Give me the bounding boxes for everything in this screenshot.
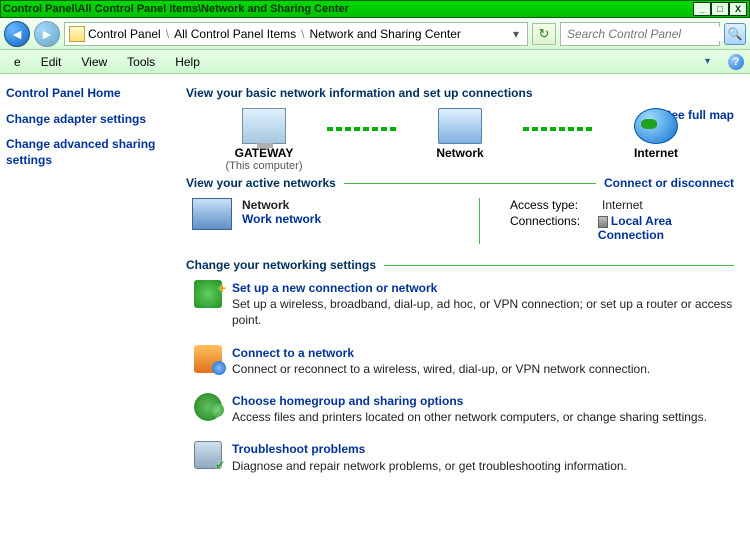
connect-disconnect-link[interactable]: Connect or disconnect xyxy=(604,176,734,190)
connection-link[interactable]: Local Area Connection xyxy=(598,214,672,242)
connections-label: Connections: xyxy=(510,214,588,242)
map-link xyxy=(327,127,397,131)
task-desc: Set up a wireless, broadband, dial-up, a… xyxy=(232,296,734,328)
task-setup-connection[interactable]: Set up a new connection or network Set u… xyxy=(194,280,734,329)
menu-edit[interactable]: Edit xyxy=(31,55,72,69)
menu-help[interactable]: Help xyxy=(165,55,210,69)
search-box[interactable] xyxy=(560,22,720,46)
network-type-link[interactable]: Work network xyxy=(242,212,321,226)
network-icon xyxy=(438,108,482,144)
task-title[interactable]: Set up a new connection or network xyxy=(232,281,437,295)
chevron-down-icon[interactable]: ▾ xyxy=(509,27,523,41)
back-button[interactable]: ◄ xyxy=(4,21,30,47)
search-input[interactable] xyxy=(561,27,730,41)
menu-tools[interactable]: Tools xyxy=(117,55,165,69)
troubleshoot-icon xyxy=(194,441,222,469)
map-node-computer[interactable]: GATEWAY (This computer) xyxy=(209,108,319,172)
task-desc: Connect or reconnect to a wireless, wire… xyxy=(232,361,650,377)
help-icon[interactable]: ? xyxy=(728,54,744,70)
main-content: View your basic network information and … xyxy=(186,74,750,552)
task-troubleshoot[interactable]: Troubleshoot problems Diagnose and repai… xyxy=(194,441,734,473)
homegroup-icon xyxy=(194,393,222,421)
access-type-value: Internet xyxy=(602,198,643,212)
network-map: See full map GATEWAY (This computer) Net… xyxy=(186,108,734,172)
task-desc: Access files and printers located on oth… xyxy=(232,409,707,425)
map-node-network[interactable]: Network xyxy=(405,108,515,172)
computer-icon xyxy=(242,108,286,144)
sidebar: Control Panel Home Change adapter settin… xyxy=(0,74,186,552)
window-title: Control Panel\All Control Panel Items\Ne… xyxy=(3,3,349,15)
title-bar: Control Panel\All Control Panel Items\Ne… xyxy=(0,0,750,18)
location-icon xyxy=(69,26,85,42)
breadcrumb-part[interactable]: Control Panel xyxy=(88,27,161,41)
sidebar-advanced-sharing[interactable]: Change advanced sharing settings xyxy=(6,137,178,168)
breadcrumb-part[interactable]: All Control Panel Items xyxy=(174,27,296,41)
section-header-active: View your active networks xyxy=(186,176,336,190)
task-desc: Diagnose and repair network problems, or… xyxy=(232,458,627,474)
network-building-icon xyxy=(192,198,232,230)
globe-icon xyxy=(634,108,678,144)
access-type-label: Access type: xyxy=(510,198,592,212)
task-title[interactable]: Choose homegroup and sharing options xyxy=(232,394,463,408)
breadcrumb-part[interactable]: Network and Sharing Center xyxy=(309,27,460,41)
menu-bar: e Edit View Tools Help ▾ ? xyxy=(0,50,750,74)
refresh-button[interactable]: ↻ xyxy=(532,23,556,45)
adapter-icon xyxy=(598,216,608,228)
setup-connection-icon xyxy=(194,280,222,308)
help-dropdown-icon[interactable]: ▾ xyxy=(695,56,720,67)
minimize-button[interactable]: _ xyxy=(693,2,711,16)
task-homegroup[interactable]: Choose homegroup and sharing options Acc… xyxy=(194,393,734,425)
task-connect-network[interactable]: Connect to a network Connect or reconnec… xyxy=(194,345,734,377)
network-name: Network xyxy=(242,198,321,212)
search-button[interactable]: 🔍 xyxy=(724,23,746,45)
sidebar-adapter-settings[interactable]: Change adapter settings xyxy=(6,112,178,128)
connect-network-icon xyxy=(194,345,222,373)
task-title[interactable]: Connect to a network xyxy=(232,346,354,360)
menu-e[interactable]: e xyxy=(4,55,31,69)
close-button[interactable]: X xyxy=(729,2,747,16)
section-header-change: Change your networking settings xyxy=(186,258,376,272)
menu-view[interactable]: View xyxy=(71,55,117,69)
forward-button[interactable]: ► xyxy=(34,21,60,47)
section-header-info: View your basic network information and … xyxy=(186,86,734,100)
active-network-item[interactable]: Network Work network xyxy=(192,198,449,244)
task-title[interactable]: Troubleshoot problems xyxy=(232,442,365,456)
sidebar-home[interactable]: Control Panel Home xyxy=(6,86,178,102)
breadcrumb[interactable]: Control Panel\ All Control Panel Items\ … xyxy=(64,22,528,46)
maximize-button[interactable]: □ xyxy=(711,2,729,16)
map-link xyxy=(523,127,593,131)
nav-toolbar: ◄ ► Control Panel\ All Control Panel Ite… xyxy=(0,18,750,50)
